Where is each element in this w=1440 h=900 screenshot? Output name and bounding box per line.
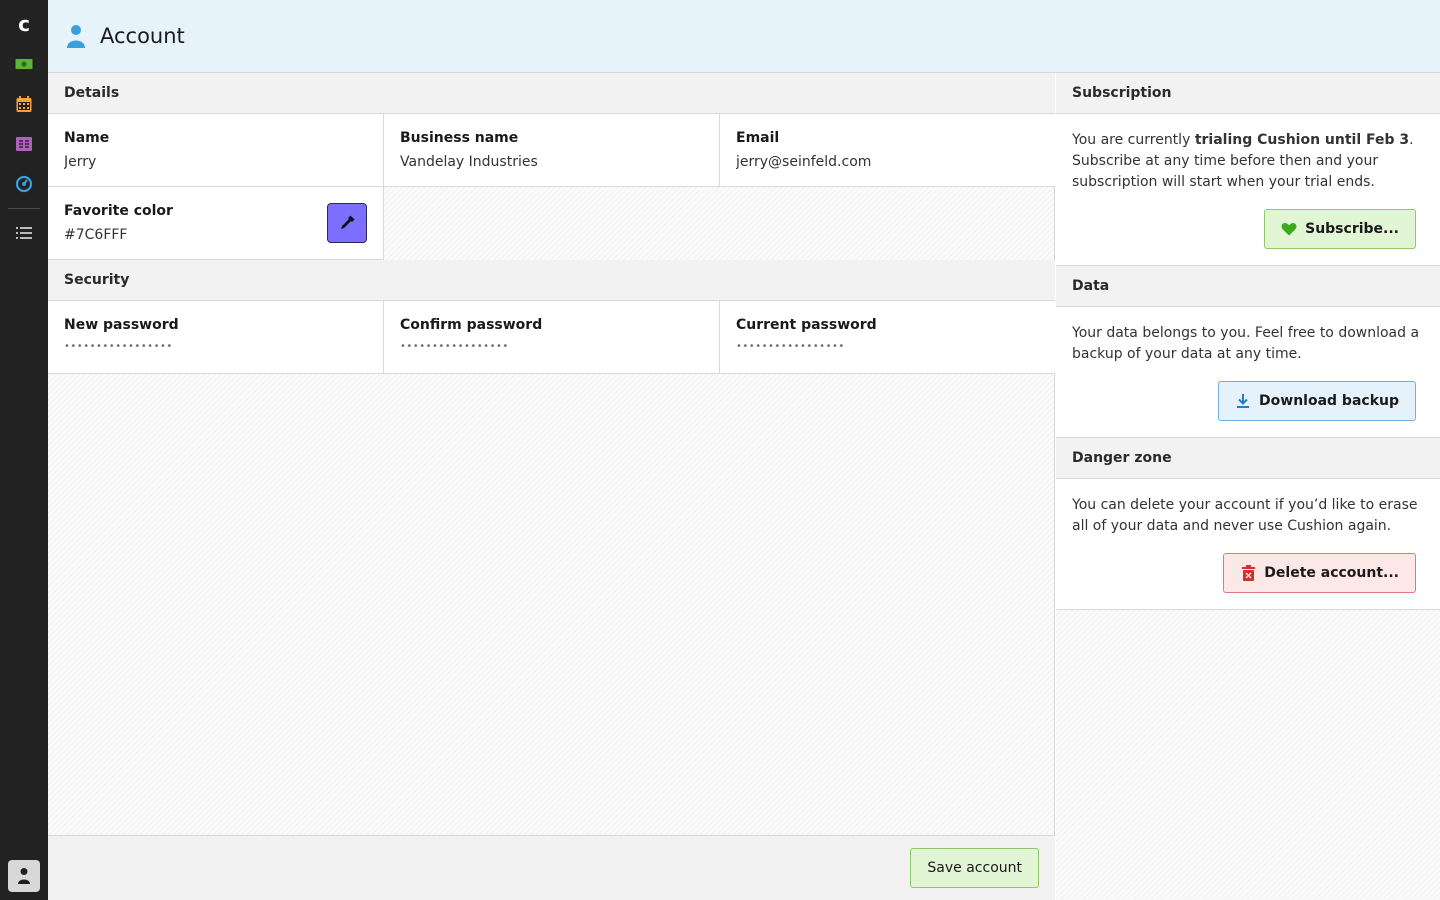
account-user-button[interactable] [8,860,40,892]
list-icon[interactable] [12,221,36,245]
save-account-button[interactable]: Save account [910,848,1039,888]
form-footer: Save account [48,835,1055,900]
download-icon [1235,393,1251,409]
danger-zone-section: You can delete your account if you’d lik… [1056,479,1440,610]
user-icon [18,868,30,884]
sidebar: c [0,0,48,900]
account-form: Details Name Business name Email Favorit… [48,73,1055,900]
subscribe-label: Subscribe... [1305,220,1399,237]
confirm-password-label: Confirm password [400,317,543,333]
delete-account-button[interactable]: Delete account... [1223,553,1416,593]
business-name-field: Business name [384,114,720,187]
page-title: Account [100,24,185,48]
subscribe-button[interactable]: Subscribe... [1264,209,1416,249]
name-input[interactable] [64,154,344,170]
email-field: Email [720,114,1055,187]
security-section-title: Security [48,260,1055,301]
new-password-field: New password ••••••••••••••••• [48,301,384,374]
danger-zone-text: You can delete your account if you’d lik… [1072,497,1418,534]
confirm-password-field: Confirm password ••••••••••••••••• [384,301,720,374]
current-password-field: Current password ••••••••••••••••• [720,301,1055,374]
calendar-icon[interactable] [12,92,36,116]
sidebar-divider [8,208,40,209]
eyedropper-icon [341,215,355,229]
page-header: Account [48,0,1440,73]
data-section: Your data belongs to you. Feel free to d… [1056,307,1440,438]
name-label: Name [64,130,110,146]
favorite-color-field: Favorite color #7C6FFF [48,187,384,260]
business-name-label: Business name [400,130,519,146]
logo-letter: c [18,12,30,36]
data-section-title: Data [1056,266,1440,307]
user-icon [64,22,88,50]
details-section-title: Details [48,73,1055,114]
download-backup-label: Download backup [1259,392,1399,409]
email-input[interactable] [736,154,1016,170]
app-logo[interactable]: c [0,8,48,40]
current-password-input[interactable]: ••••••••••••••••• [736,341,1039,359]
current-password-label: Current password [736,317,877,333]
name-field: Name [48,114,384,187]
account-side-panel: Subscription You are currently trialing … [1056,73,1440,900]
heart-icon [1281,221,1297,237]
new-password-label: New password [64,317,179,333]
favorite-color-value[interactable]: #7C6FFF [64,227,367,245]
subscription-section: You are currently trialing Cushion until… [1056,114,1440,266]
delete-account-label: Delete account... [1264,564,1399,581]
trash-icon [1240,565,1256,581]
email-label: Email [736,130,780,146]
download-backup-button[interactable]: Download backup [1218,381,1416,421]
confirm-password-input[interactable]: ••••••••••••••••• [400,341,703,359]
money-icon[interactable] [12,52,36,76]
subscription-text: You are currently trialing Cushion until… [1072,130,1424,193]
ledger-icon[interactable] [12,132,36,156]
trial-status: trialing Cushion until Feb 3 [1194,132,1410,148]
color-picker-button[interactable] [327,203,367,243]
data-text: Your data belongs to you. Feel free to d… [1072,325,1420,362]
danger-zone-section-title: Danger zone [1056,438,1440,479]
business-name-input[interactable] [400,154,680,170]
subscription-text-start: You are currently [1072,132,1195,148]
favorite-color-label: Favorite color [64,203,173,219]
subscription-section-title: Subscription [1056,73,1440,114]
clock-icon[interactable] [12,172,36,196]
new-password-input[interactable]: ••••••••••••••••• [64,341,367,359]
